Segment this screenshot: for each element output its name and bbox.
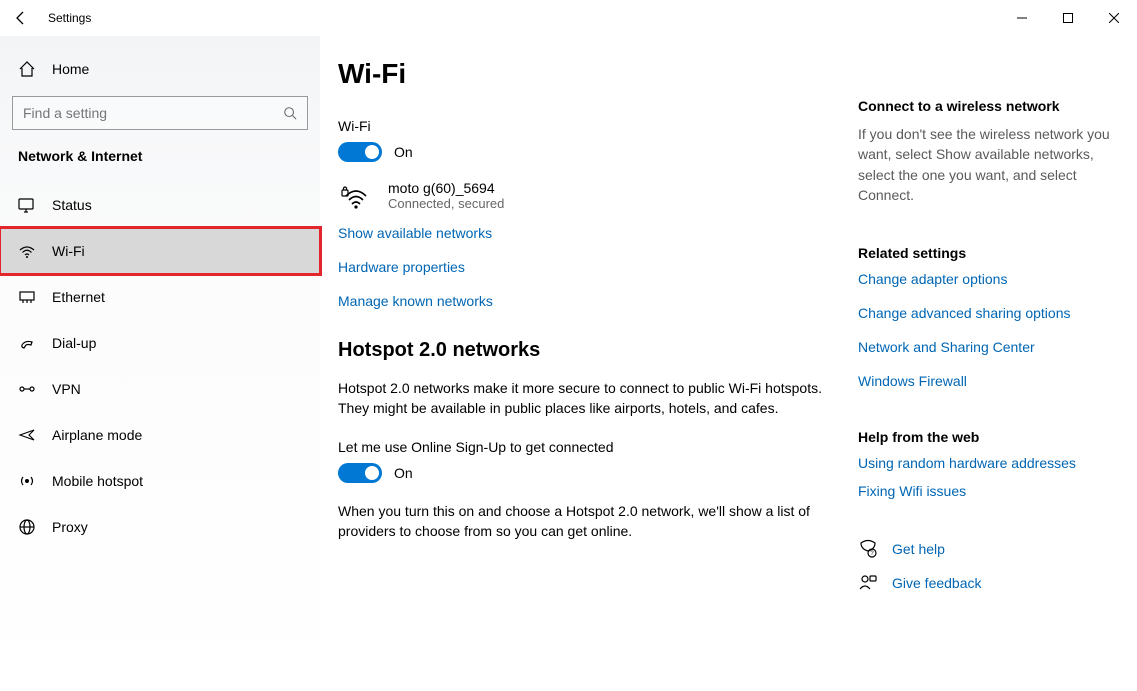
search-box[interactable] bbox=[12, 96, 308, 130]
sidebar: Home Network & Internet Status bbox=[0, 36, 320, 691]
close-button[interactable] bbox=[1091, 2, 1137, 34]
sidebar-item-ethernet[interactable]: Ethernet bbox=[0, 274, 320, 320]
vpn-icon bbox=[18, 380, 36, 398]
sidebar-item-label: Wi-Fi bbox=[52, 243, 85, 259]
manage-known-networks-link[interactable]: Manage known networks bbox=[338, 293, 838, 309]
sidebar-section-title: Network & Internet bbox=[0, 148, 320, 182]
home-icon bbox=[18, 60, 36, 78]
connect-title: Connect to a wireless network bbox=[858, 98, 1115, 114]
random-hw-addresses-link[interactable]: Using random hardware addresses bbox=[858, 455, 1115, 471]
current-network[interactable]: moto g(60)_5694 Connected, secured bbox=[338, 180, 838, 211]
ethernet-icon bbox=[18, 288, 36, 306]
sidebar-item-label: VPN bbox=[52, 381, 81, 397]
back-button[interactable] bbox=[12, 9, 30, 27]
sidebar-item-label: Mobile hotspot bbox=[52, 473, 143, 489]
hotspot-desc: When you turn this on and choose a Hotsp… bbox=[338, 501, 838, 542]
feedback-icon bbox=[858, 573, 878, 593]
hotspot-toggle-state: On bbox=[394, 465, 413, 481]
sidebar-item-label: Dial-up bbox=[52, 335, 96, 351]
airplane-icon bbox=[18, 426, 36, 444]
show-available-networks-link[interactable]: Show available networks bbox=[338, 225, 838, 241]
wifi-secured-icon bbox=[338, 182, 370, 210]
sidebar-home-label: Home bbox=[52, 61, 89, 77]
page-title: Wi-Fi bbox=[338, 58, 838, 90]
status-icon bbox=[18, 196, 36, 214]
wifi-toggle[interactable] bbox=[338, 142, 382, 162]
aside: Connect to a wireless network If you don… bbox=[858, 58, 1119, 691]
hotspot-heading: Hotspot 2.0 networks bbox=[338, 339, 838, 362]
minimize-button[interactable] bbox=[999, 2, 1045, 34]
sidebar-home[interactable]: Home bbox=[0, 54, 320, 96]
get-help-row[interactable]: ? Get help bbox=[858, 539, 1115, 559]
network-sharing-center-link[interactable]: Network and Sharing Center bbox=[858, 339, 1115, 355]
sidebar-item-label: Ethernet bbox=[52, 289, 105, 305]
change-advanced-sharing-link[interactable]: Change advanced sharing options bbox=[858, 305, 1115, 321]
wifi-label: Wi-Fi bbox=[338, 118, 838, 134]
get-help-link[interactable]: Get help bbox=[892, 541, 945, 557]
sidebar-item-vpn[interactable]: VPN bbox=[0, 366, 320, 412]
hotspot-toggle-label: Let me use Online Sign-Up to get connect… bbox=[338, 439, 838, 455]
hotspot-icon bbox=[18, 472, 36, 490]
sidebar-item-dialup[interactable]: Dial-up bbox=[0, 320, 320, 366]
hardware-properties-link[interactable]: Hardware properties bbox=[338, 259, 838, 275]
sidebar-item-proxy[interactable]: Proxy bbox=[0, 504, 320, 550]
network-status: Connected, secured bbox=[388, 196, 504, 211]
sidebar-item-hotspot[interactable]: Mobile hotspot bbox=[0, 458, 320, 504]
give-feedback-row[interactable]: Give feedback bbox=[858, 573, 1115, 593]
window-title: Settings bbox=[48, 11, 91, 25]
window-controls bbox=[999, 2, 1137, 34]
search-input[interactable] bbox=[23, 105, 283, 121]
sidebar-item-status[interactable]: Status bbox=[0, 182, 320, 228]
change-adapter-options-link[interactable]: Change adapter options bbox=[858, 271, 1115, 287]
sidebar-item-label: Proxy bbox=[52, 519, 88, 535]
connect-text: If you don't see the wireless network yo… bbox=[858, 124, 1115, 205]
windows-firewall-link[interactable]: Windows Firewall bbox=[858, 373, 1115, 389]
wifi-toggle-state: On bbox=[394, 144, 413, 160]
sidebar-item-label: Airplane mode bbox=[52, 427, 142, 443]
proxy-icon bbox=[18, 518, 36, 536]
dialup-icon bbox=[18, 334, 36, 352]
fixing-wifi-issues-link[interactable]: Fixing Wifi issues bbox=[858, 483, 1115, 499]
wifi-icon bbox=[18, 242, 36, 260]
hotspot-toggle[interactable] bbox=[338, 463, 382, 483]
maximize-button[interactable] bbox=[1045, 2, 1091, 34]
sidebar-item-label: Status bbox=[52, 197, 92, 213]
network-name: moto g(60)_5694 bbox=[388, 180, 504, 196]
main-content: Wi-Fi Wi-Fi On moto g(60)_5694 Connected… bbox=[338, 58, 858, 691]
help-from-web-title: Help from the web bbox=[858, 429, 1115, 445]
search-icon bbox=[283, 106, 297, 120]
sidebar-item-wifi[interactable]: Wi-Fi bbox=[0, 228, 320, 274]
titlebar: Settings bbox=[0, 0, 1137, 36]
help-icon: ? bbox=[858, 539, 878, 559]
sidebar-nav: Status Wi-Fi Ethernet bbox=[0, 182, 320, 550]
related-settings-title: Related settings bbox=[858, 245, 1115, 261]
give-feedback-link[interactable]: Give feedback bbox=[892, 575, 982, 591]
sidebar-item-airplane[interactable]: Airplane mode bbox=[0, 412, 320, 458]
hotspot-intro: Hotspot 2.0 networks make it more secure… bbox=[338, 378, 838, 419]
